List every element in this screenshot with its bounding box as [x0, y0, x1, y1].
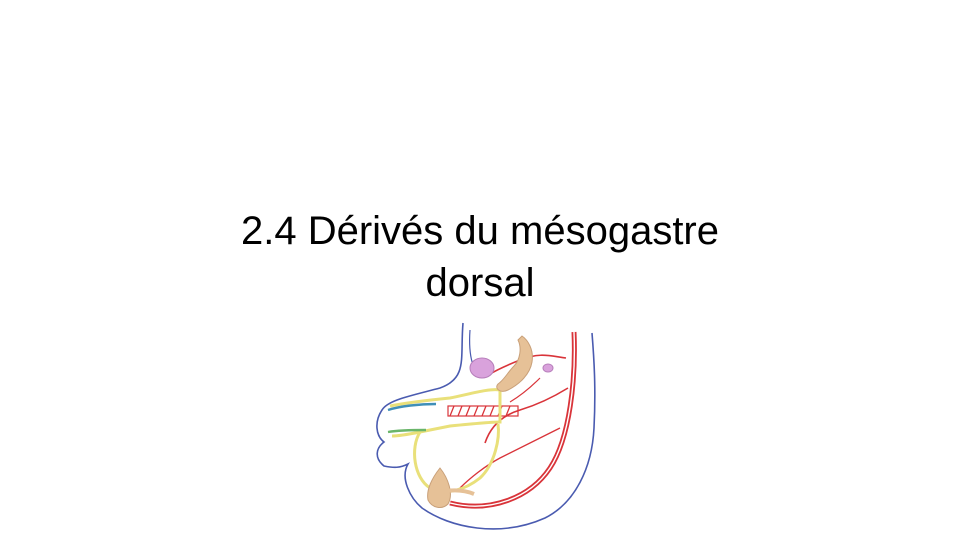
mesentery-yellow-lower: [413, 423, 500, 494]
anatomy-illustration: [370, 318, 610, 540]
body-wall-outline: [376, 322, 596, 530]
title-line-1: 2.4 Dérivés du mésogastre: [240, 208, 719, 253]
slide-title: 2.4 Dérivés du mésogastre dorsal: [170, 205, 790, 309]
spleen-small: [542, 363, 554, 373]
organ-tan-upper: [496, 335, 533, 392]
title-line-2: dorsal: [425, 260, 535, 305]
dorsal-mesogastrium-drawing: [376, 322, 596, 530]
spleen-large: [469, 357, 495, 379]
slide: 2.4 Dérivés du mésogastre dorsal: [0, 0, 960, 540]
artery-branch-lower: [459, 427, 561, 489]
organ-tan-lower: [427, 467, 451, 508]
